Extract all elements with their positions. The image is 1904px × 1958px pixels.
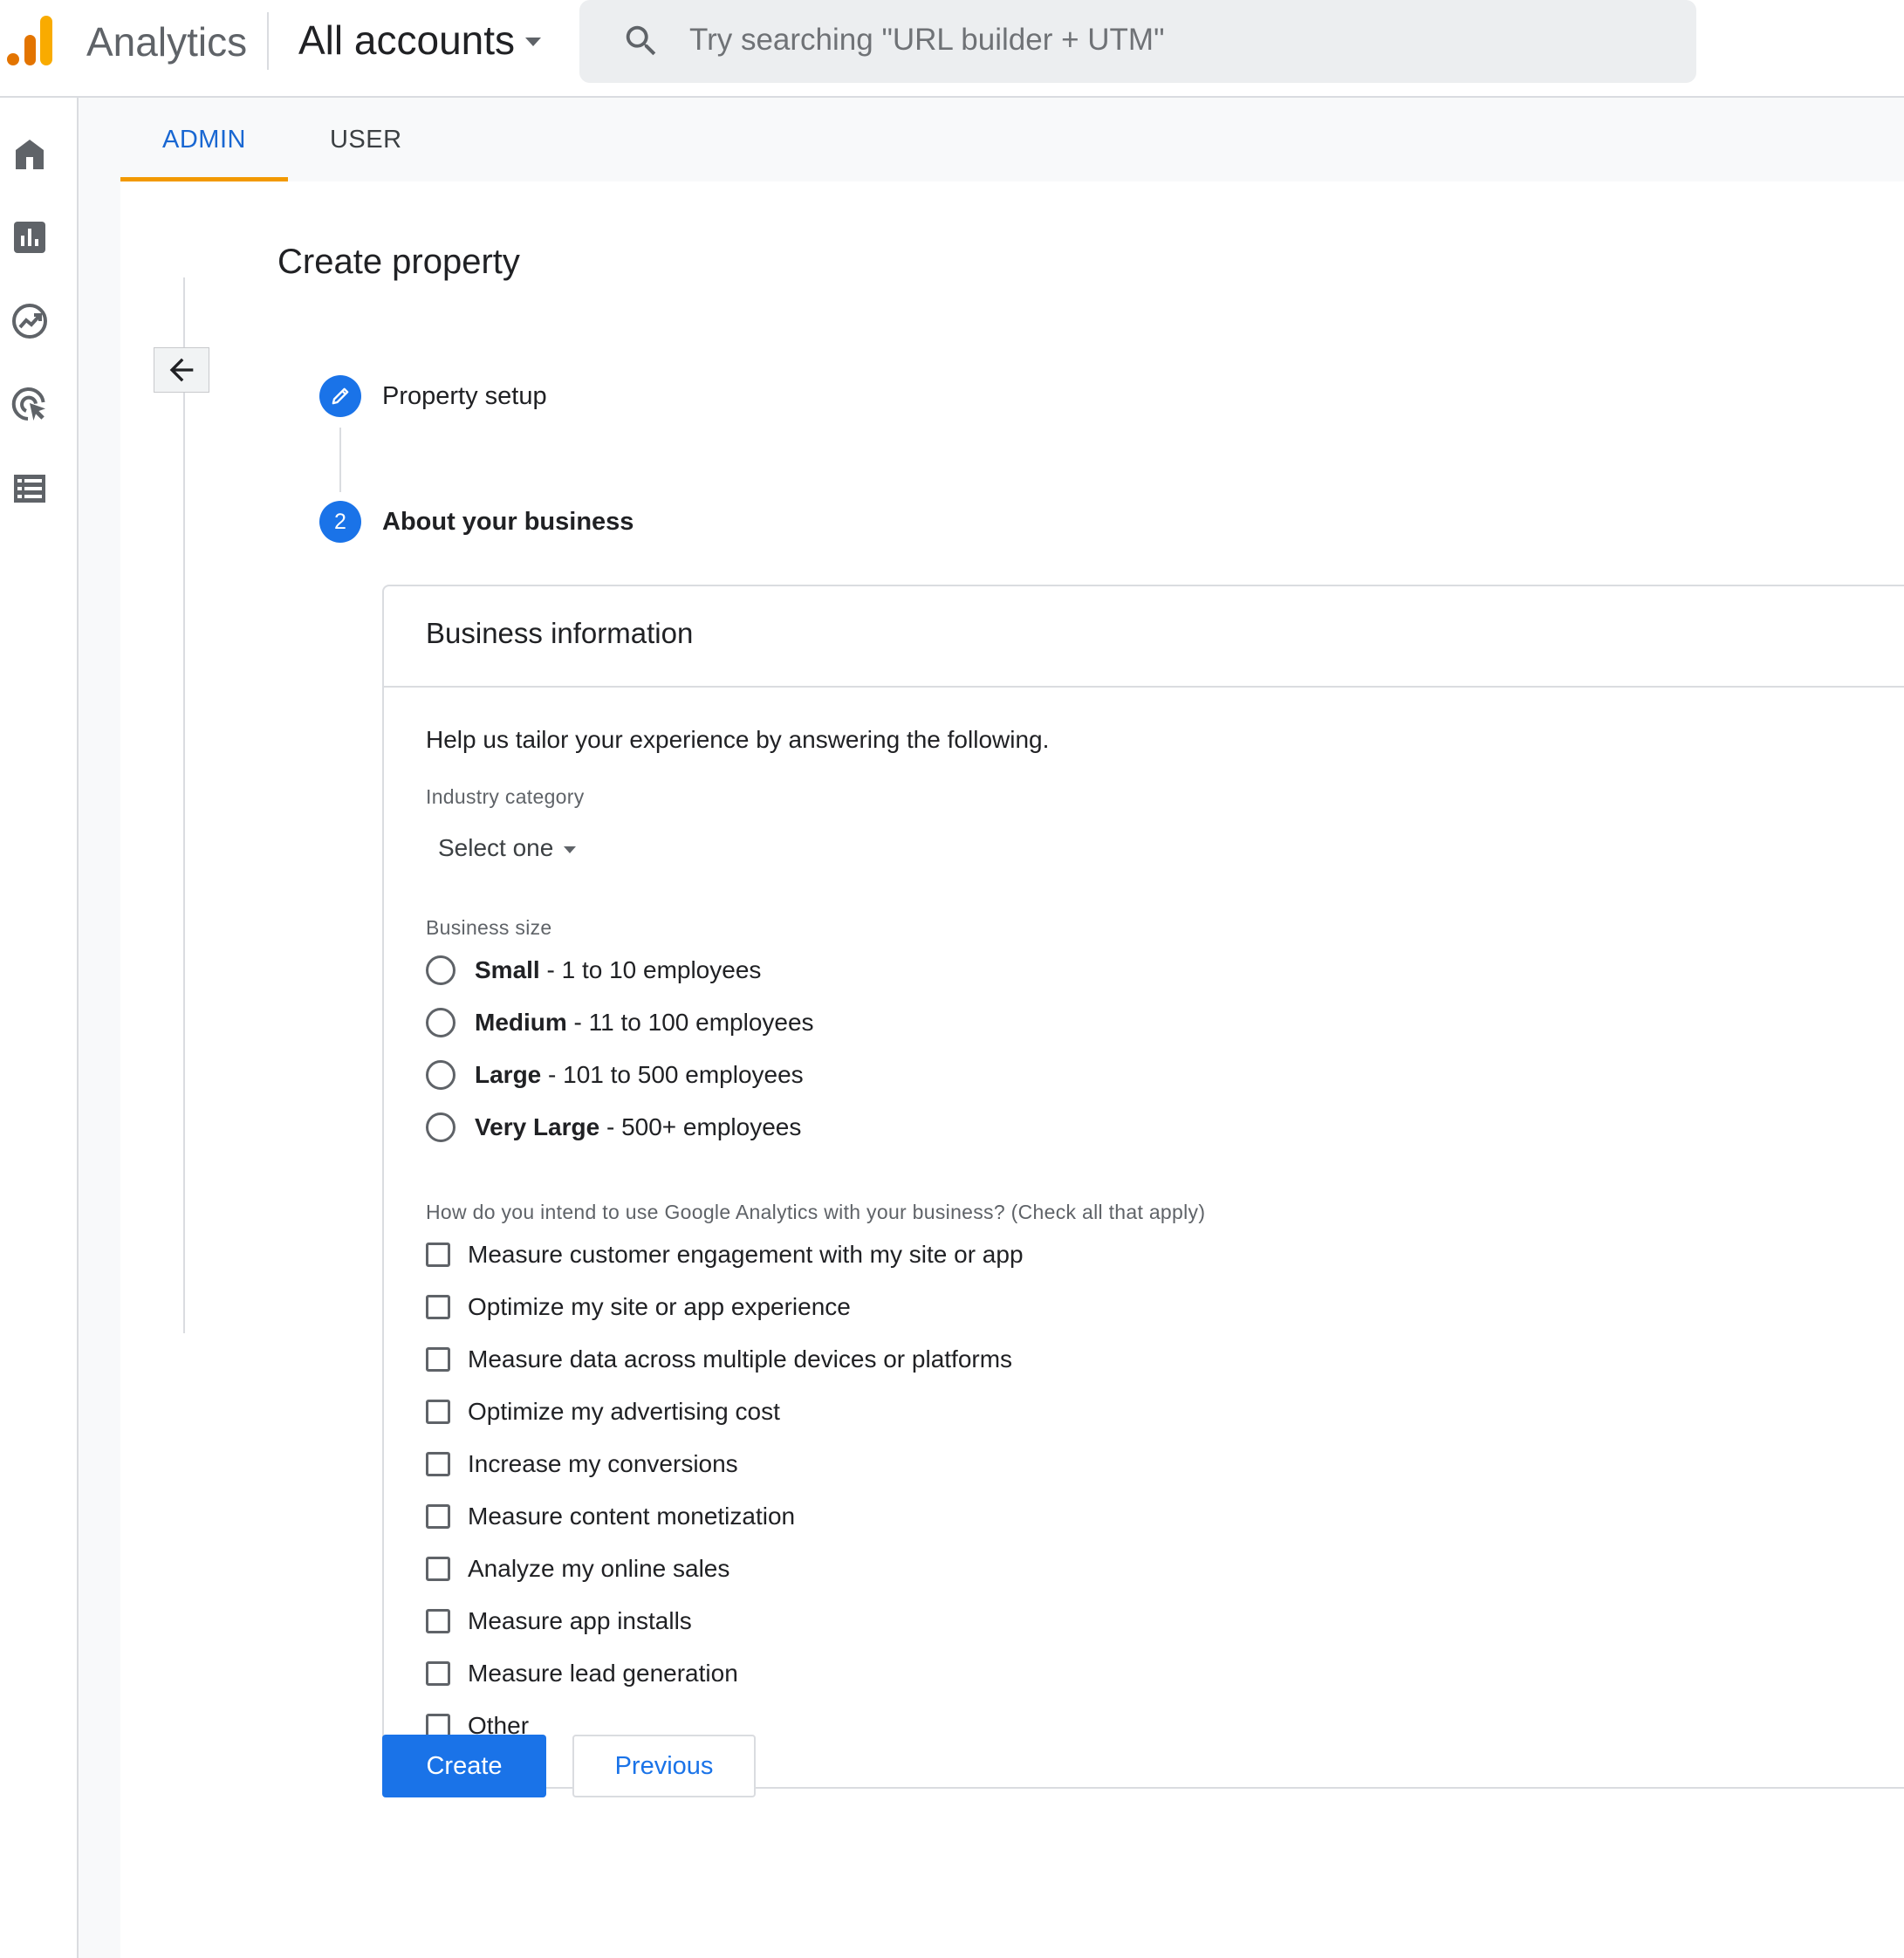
pencil-icon [332,387,349,405]
back-button[interactable] [154,347,209,393]
create-property-panel: Create property Property setup 2 About y… [120,181,1904,1958]
account-selector[interactable]: All accounts [298,16,542,65]
business-size-option-label: Large - 101 to 500 employees [475,1061,804,1089]
previous-button[interactable]: Previous [572,1735,756,1797]
business-size-option[interactable]: Small - 1 to 10 employees [426,953,761,988]
business-size-name: Large [475,1061,542,1088]
app-name: Analytics [86,19,248,65]
checkbox[interactable] [426,1347,450,1372]
business-information-card: Business information Help us tailor your… [382,585,1904,1789]
step-1-indicator[interactable] [319,375,361,417]
step-connector [339,428,341,492]
business-size-option[interactable]: Large - 101 to 500 employees [426,1058,804,1092]
account-selector-label: All accounts [298,17,516,63]
business-size-option[interactable]: Very Large - 500+ employees [426,1110,801,1145]
usage-intent-option[interactable]: Increase my conversions [426,1447,738,1482]
business-size-option-label: Medium - 11 to 100 employees [475,1009,814,1037]
business-size-detail: - 101 to 500 employees [541,1061,804,1088]
business-size-name: Medium [475,1009,567,1036]
intro-text: Help us tailor your experience by answer… [426,726,1050,753]
reports-icon[interactable] [9,216,51,258]
arrow-left-icon [169,358,194,382]
usage-intent-option[interactable]: Optimize my advertising cost [426,1394,780,1429]
configure-icon[interactable] [9,468,51,510]
page-title: Create property [277,243,520,281]
usage-intent-option-label: Measure lead generation [468,1660,738,1687]
checkbox[interactable] [426,1557,450,1581]
tab-user[interactable]: USER [288,98,444,181]
usage-intent-option-label: Measure content monetization [468,1503,796,1530]
radio-button[interactable] [426,1008,455,1037]
usage-intent-option-label: Analyze my online sales [468,1555,730,1582]
advertising-icon[interactable] [9,384,51,426]
checkbox[interactable] [426,1295,450,1319]
home-icon[interactable] [9,133,51,175]
usage-intent-option[interactable]: Measure customer engagement with my site… [426,1237,1024,1272]
business-size-detail: - 11 to 100 employees [566,1009,814,1036]
usage-intent-option[interactable]: Optimize my site or app experience [426,1290,851,1325]
create-button[interactable]: Create [382,1735,546,1797]
usage-intent-option-label: Optimize my site or app experience [468,1293,851,1320]
business-size-name: Small [475,956,540,983]
usage-intent-option-label: Optimize my advertising cost [468,1398,780,1425]
usage-intent-option-label: Increase my conversions [468,1450,738,1477]
top-bar: Analytics All accounts [0,0,1904,98]
business-size-option-label: Very Large - 500+ employees [475,1113,801,1141]
search-input[interactable] [689,16,1667,65]
usage-intent-option-label: Measure app installs [468,1607,692,1634]
business-size-option-label: Small - 1 to 10 employees [475,956,761,984]
usage-intent-option[interactable]: Analyze my online sales [426,1551,729,1586]
step-2-indicator: 2 [319,501,361,543]
search-bar[interactable] [579,0,1696,83]
checkbox[interactable] [426,1504,450,1529]
usage-intent-option[interactable]: Measure lead generation [426,1656,738,1691]
usage-intent-option[interactable]: Measure content monetization [426,1499,795,1534]
step-2-label: About your business [382,508,634,536]
business-size-detail: - 500+ employees [599,1113,802,1140]
checkbox[interactable] [426,1452,450,1476]
radio-button[interactable] [426,1060,455,1090]
usage-intent-option-label: Measure data across multiple devices or … [468,1345,1013,1373]
card-title: Business information [426,617,694,649]
card-header: Business information [384,586,1904,688]
admin-tabs: ADMIN USER [120,98,444,181]
industry-category-value: Select one [438,834,554,861]
wizard-side-line [183,277,185,1333]
dropdown-caret-icon [525,38,542,46]
tab-admin[interactable]: ADMIN [120,98,288,181]
industry-category-label: Industry category [426,785,585,808]
header-divider [267,12,269,70]
checkbox[interactable] [426,1400,450,1424]
admin-area: ADMIN USER Create property Property setu… [79,98,1904,1958]
industry-category-select[interactable]: Select one [438,831,577,866]
business-size-label: Business size [426,916,552,939]
analytics-logo-icon[interactable] [5,14,54,68]
step-1-label[interactable]: Property setup [382,380,547,412]
usage-intent-option-label: Measure customer engagement with my site… [468,1241,1024,1268]
radio-button[interactable] [426,955,455,985]
radio-button[interactable] [426,1112,455,1142]
usage-intent-option[interactable]: Measure app installs [426,1604,692,1639]
business-size-name: Very Large [475,1113,600,1140]
usage-intent-label: How do you intend to use Google Analytic… [426,1201,1206,1223]
explore-icon[interactable] [9,300,51,342]
checkbox[interactable] [426,1661,450,1686]
usage-intent-option[interactable]: Measure data across multiple devices or … [426,1342,1012,1377]
chevron-down-icon [564,846,577,853]
business-size-detail: - 1 to 10 employees [539,956,762,983]
business-size-option[interactable]: Medium - 11 to 100 employees [426,1005,814,1040]
checkbox[interactable] [426,1243,450,1267]
search-icon [626,25,656,56]
left-nav [0,98,79,1958]
checkbox[interactable] [426,1609,450,1633]
